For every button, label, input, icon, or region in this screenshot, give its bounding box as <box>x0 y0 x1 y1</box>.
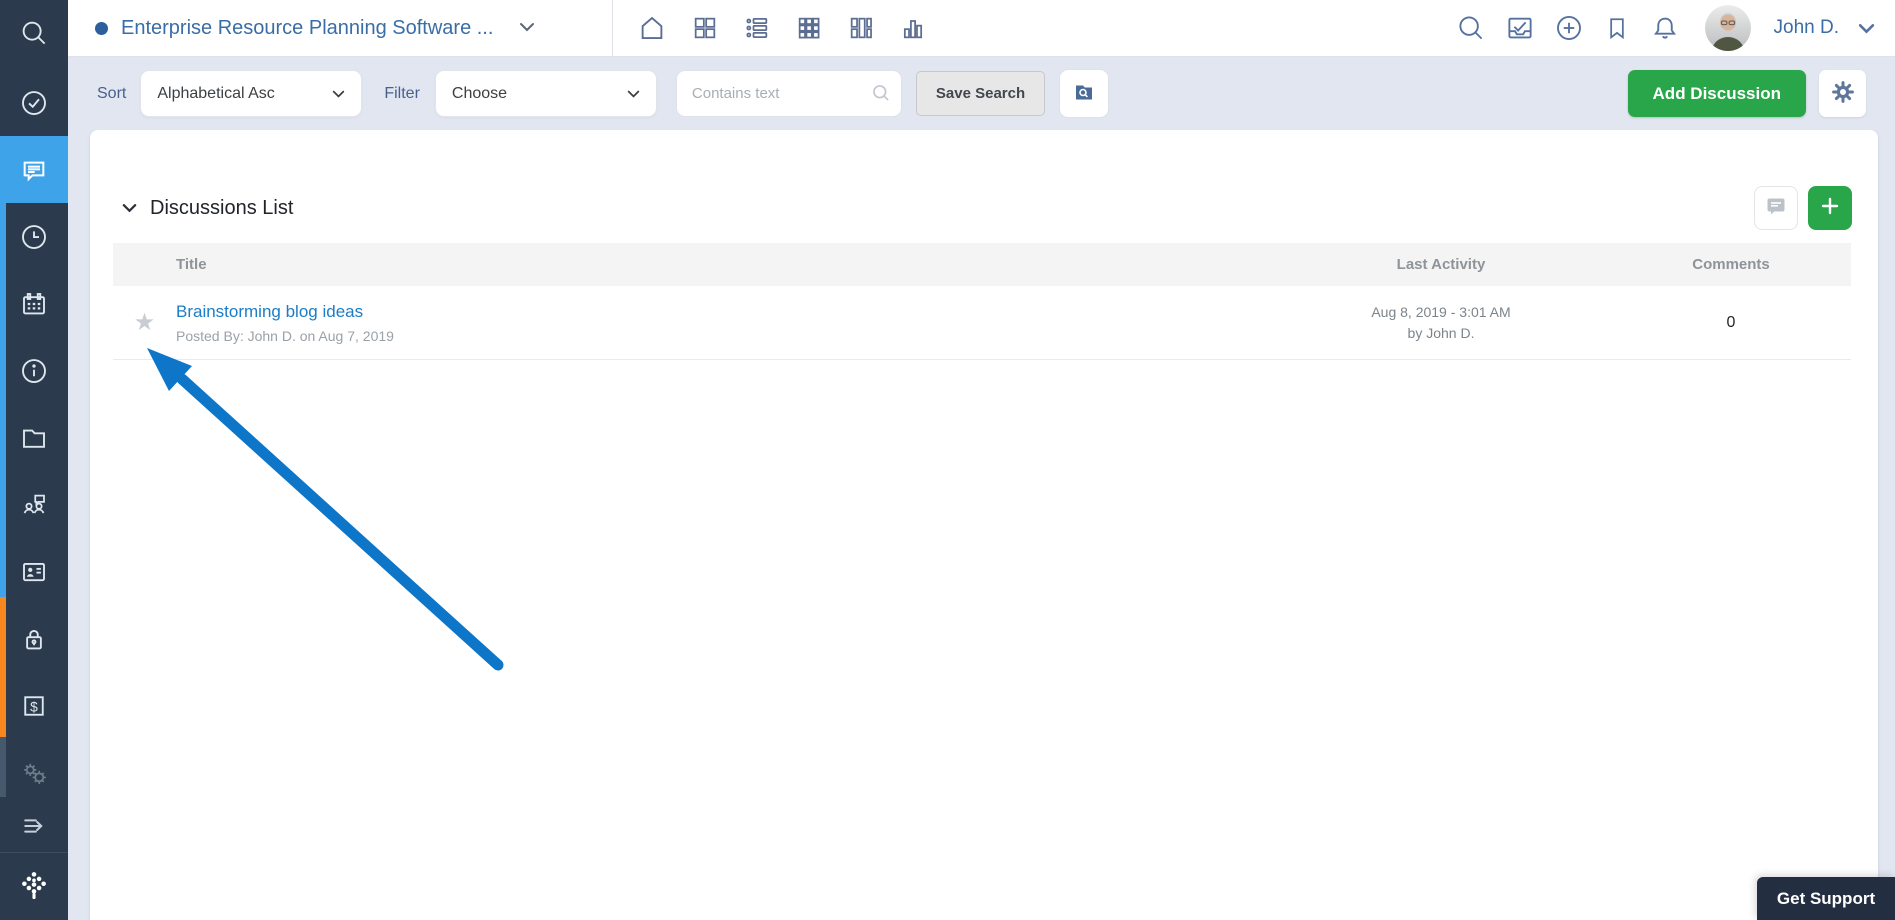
workzone-logo <box>0 858 68 914</box>
collapse-arrow-icon <box>19 811 49 841</box>
discussions-card-header: Discussions List <box>90 130 1878 230</box>
sort-select-value: Alphabetical Asc <box>157 84 275 102</box>
column-view-icon[interactable] <box>847 14 875 42</box>
logo-tree-icon <box>17 869 51 903</box>
last-activity-date: Aug 8, 2019 - 3:01 AM <box>1371 303 1511 320</box>
notifications-bell-icon[interactable] <box>1650 13 1680 43</box>
dashboard-grid-icon[interactable] <box>691 14 719 42</box>
gear-icon <box>1831 80 1855 107</box>
filter-select[interactable]: Choose <box>434 70 657 117</box>
sidebar-collapse-button[interactable] <box>0 798 68 854</box>
settings-button[interactable] <box>1819 70 1866 117</box>
comments-count: 0 <box>1726 313 1736 331</box>
discussion-bubble-icon <box>18 154 50 186</box>
comments-column-header: Comments <box>1692 256 1770 273</box>
table-header-row: Title Last Activity Comments <box>113 243 1851 286</box>
sidebar-item-documents[interactable] <box>0 410 68 466</box>
lock-icon <box>19 624 49 654</box>
discussion-title-link[interactable]: Brainstorming blog ideas <box>176 302 363 322</box>
search-folder-icon <box>1072 80 1096 107</box>
nav-indicator-slate <box>0 737 6 797</box>
filter-toolbar: Sort Alphabetical Asc Filter Choose Save… <box>68 57 1895 130</box>
sort-select[interactable]: Alphabetical Asc <box>140 70 363 117</box>
clock-icon <box>19 222 49 252</box>
svg-text:$: $ <box>30 699 38 714</box>
filter-toolbar-right: Add Discussion <box>1627 70 1866 117</box>
grid-view-icon[interactable] <box>795 14 823 42</box>
home-icon[interactable] <box>637 13 667 43</box>
sidebar-item-tasks[interactable] <box>0 75 68 131</box>
saved-searches-button[interactable] <box>1059 69 1110 118</box>
gears-icon <box>19 758 49 788</box>
section-collapse-chevron-icon[interactable] <box>122 203 137 213</box>
add-icon[interactable] <box>1554 13 1584 43</box>
chevron-down-icon <box>627 85 640 103</box>
sidebar-item-workspaces[interactable] <box>0 477 68 533</box>
nav-indicator-blue <box>0 203 6 597</box>
list-view-icon[interactable] <box>743 14 771 42</box>
last-activity-column-header: Last Activity <box>1396 256 1486 273</box>
discussions-card: Discussions List Title Last Activity Com… <box>90 130 1878 920</box>
sidebar-item-calendar[interactable] <box>0 276 68 332</box>
section-actions <box>1754 186 1852 230</box>
sidebar-item-time[interactable] <box>0 209 68 265</box>
approvals-icon[interactable] <box>1505 13 1535 43</box>
project-title: Enterprise Resource Planning Software ..… <box>121 16 494 39</box>
chevron-down-icon[interactable] <box>519 19 535 37</box>
sidebar-divider <box>0 852 68 853</box>
contains-text-input[interactable] <box>675 70 902 117</box>
sidebar-item-expenses[interactable]: $ <box>0 678 68 734</box>
sort-label: Sort <box>97 84 127 102</box>
nav-indicator-orange <box>0 597 6 737</box>
sidebar-item-security[interactable] <box>0 611 68 667</box>
section-title: Discussions List <box>150 196 294 219</box>
discussion-tray-icon <box>1764 194 1788 223</box>
team-discussion-icon <box>19 490 49 520</box>
chart-view-icon[interactable] <box>899 14 927 42</box>
add-discussion-quick-button[interactable] <box>1808 186 1852 230</box>
discussion-view-button[interactable] <box>1754 186 1798 230</box>
discussion-posted-by: Posted By: John D. on Aug 7, 2019 <box>176 327 394 344</box>
project-title-dropdown[interactable]: Enterprise Resource Planning Software ..… <box>68 0 612 56</box>
search-icon <box>19 18 49 48</box>
search-icon[interactable] <box>1456 13 1486 43</box>
title-column-header: Title <box>176 256 207 273</box>
save-search-button[interactable]: Save Search <box>915 71 1046 116</box>
calendar-icon <box>19 289 49 319</box>
table-row: ★ Brainstorming blog ideas Posted By: Jo… <box>113 286 1851 360</box>
info-icon <box>19 356 49 386</box>
dollar-icon: $ <box>19 691 49 721</box>
get-support-button[interactable]: Get Support <box>1757 877 1895 920</box>
contact-card-icon <box>19 557 49 587</box>
folder-icon <box>19 423 49 453</box>
last-activity-by: by John D. <box>1407 324 1475 341</box>
sidebar-item-settings[interactable] <box>0 745 68 801</box>
contains-text-field <box>675 70 902 117</box>
add-discussion-button[interactable]: Add Discussion <box>1627 70 1806 117</box>
view-switcher <box>612 0 927 56</box>
main-content: Discussions List Title Last Activity Com… <box>68 130 1895 920</box>
bookmarks-icon[interactable] <box>1603 14 1631 42</box>
topbar-actions: John D. <box>1456 0 1895 56</box>
plus-icon <box>1820 196 1840 221</box>
filter-select-value: Choose <box>451 84 508 102</box>
sidebar-item-info[interactable] <box>0 343 68 399</box>
project-status-dot <box>95 21 108 35</box>
user-name[interactable]: John D. <box>1774 17 1839 39</box>
favorite-star-icon[interactable]: ★ <box>134 310 156 335</box>
chevron-down-icon <box>332 85 345 103</box>
user-menu-chevron-icon[interactable] <box>1858 23 1875 34</box>
sidebar: $ <box>0 0 68 920</box>
topbar: Enterprise Resource Planning Software ..… <box>68 0 1895 57</box>
user-avatar[interactable] <box>1704 5 1751 51</box>
sidebar-item-contacts[interactable] <box>0 544 68 600</box>
sidebar-item-discussions[interactable] <box>0 136 68 203</box>
discussions-table: Title Last Activity Comments ★ Brainstor… <box>113 243 1851 360</box>
sidebar-item-search[interactable] <box>0 5 68 61</box>
check-circle-icon <box>19 88 49 118</box>
filter-label: Filter <box>384 84 420 102</box>
